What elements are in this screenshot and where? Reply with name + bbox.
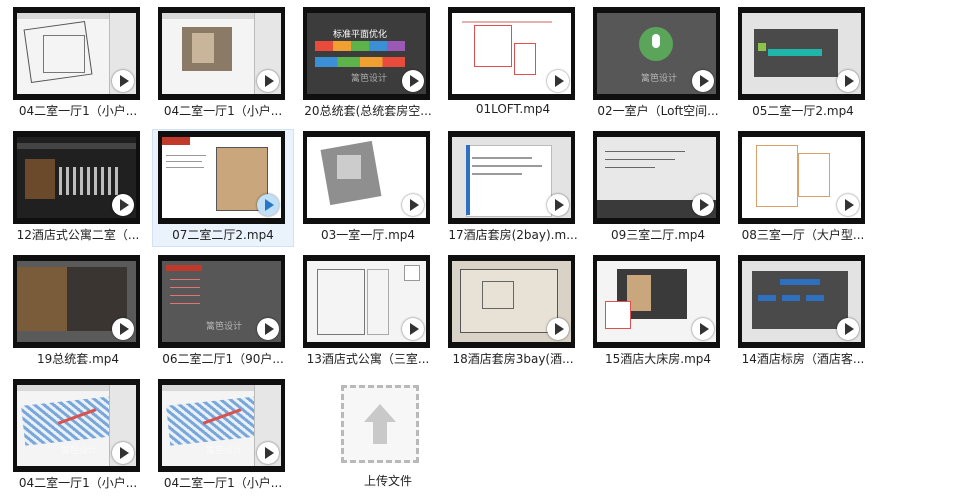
video-file-item[interactable]: 14酒店标房（酒店客... [733,254,873,370]
play-icon[interactable] [547,70,569,92]
video-file-item[interactable]: 05二室一厅2.mp4 [733,6,873,122]
file-name[interactable]: 07二室二厅2.mp4 [153,226,293,243]
file-name[interactable]: 02一室户（Loft空间... [588,102,728,119]
play-icon[interactable] [547,194,569,216]
video-thumbnail[interactable] [448,7,575,100]
video-thumbnail[interactable] [738,7,865,100]
video-thumbnail[interactable]: 篱笆设计 [158,379,285,472]
video-file-item[interactable]: 篱笆设计 04二室一厅1（小户... [153,378,293,494]
video-file-item[interactable]: 18酒店套房3bay(酒... [443,254,583,370]
play-icon[interactable] [692,70,714,92]
video-file-item[interactable]: 07二室二厅2.mp4 [152,129,294,247]
video-file-item[interactable]: 04二室一厅1（小户... [153,6,293,122]
video-thumbnail[interactable] [13,255,140,348]
watermark: 篱笆设计 [351,74,388,84]
file-name[interactable]: 15酒店大床房.mp4 [588,350,728,367]
play-icon[interactable] [547,318,569,340]
video-file-item[interactable]: 13酒店式公寓（三室... [298,254,438,370]
file-name[interactable]: 03一室一厅.mp4 [298,226,438,243]
video-thumbnail[interactable]: 篱笆设计 [158,255,285,348]
watermark: 篱笆设计 [641,74,678,84]
watermark: 篱笆设计 [61,446,98,456]
file-name[interactable]: 04二室一厅1（小户... [153,474,293,491]
file-name[interactable]: 04二室一厅1（小户... [153,102,293,119]
video-file-item[interactable]: 19总统套.mp4 [8,254,148,370]
video-thumbnail[interactable]: 篱笆设计 [593,7,720,100]
file-name[interactable]: 01LOFT.mp4 [443,102,583,116]
file-name[interactable]: 17酒店套房(2bay).m... [443,226,583,243]
upload-icon[interactable] [341,385,419,463]
play-icon[interactable] [257,70,279,92]
watermark: 篱笆设计 [206,322,243,332]
video-file-item[interactable]: 04二室一厅1（小户... [8,6,148,122]
slide-title: 标准平面优化 [333,30,388,40]
video-file-item[interactable]: 17酒店套房(2bay).m... [443,130,583,246]
play-icon[interactable] [257,442,279,464]
video-file-item[interactable]: 篱笆设计 02一室户（Loft空间... [588,6,728,122]
play-icon[interactable] [112,70,134,92]
video-file-item[interactable]: 篱笆设计 06二室二厅1（90户... [153,254,293,370]
video-thumbnail[interactable] [448,131,575,224]
file-name[interactable]: 05二室一厅2.mp4 [733,102,873,119]
video-thumbnail[interactable] [13,131,140,224]
video-thumbnail[interactable]: 篱笆设计 [13,379,140,472]
play-icon[interactable] [112,442,134,464]
play-icon[interactable] [837,194,859,216]
file-name[interactable]: 04二室一厅1（小户... [8,474,148,491]
video-thumbnail[interactable] [593,131,720,224]
play-icon[interactable] [692,194,714,216]
file-name[interactable]: 14酒店标房（酒店客... [733,350,873,367]
play-icon[interactable] [402,318,424,340]
video-file-item[interactable]: 标准平面优化篱笆设计 20总统套(总统套房空... [298,6,438,122]
video-thumbnail[interactable] [448,255,575,348]
play-icon[interactable] [257,194,279,216]
file-name[interactable]: 19总统套.mp4 [8,350,148,367]
video-thumbnail[interactable] [738,131,865,224]
watermark: 篱笆设计 [206,446,243,456]
video-thumbnail[interactable] [303,255,430,348]
upload-label[interactable]: 上传文件 [318,472,458,489]
file-name[interactable]: 09三室二厅.mp4 [588,226,728,243]
video-thumbnail[interactable] [738,255,865,348]
play-icon[interactable] [112,194,134,216]
video-file-item[interactable]: 09三室二厅.mp4 [588,130,728,246]
file-name[interactable]: 06二室二厅1（90户... [153,350,293,367]
video-thumbnail[interactable] [158,7,285,100]
file-name[interactable]: 20总统套(总统套房空... [298,102,438,119]
play-icon[interactable] [402,194,424,216]
upload-tile[interactable]: 上传文件 [318,378,458,494]
file-name[interactable]: 08三室一厅（大户型... [733,226,873,243]
video-thumbnail[interactable] [158,131,285,224]
video-file-item[interactable]: 01LOFT.mp4 [443,6,583,122]
play-icon[interactable] [837,318,859,340]
video-thumbnail[interactable] [303,131,430,224]
play-icon[interactable] [112,318,134,340]
video-file-item[interactable]: 03一室一厅.mp4 [298,130,438,246]
video-thumbnail[interactable] [593,255,720,348]
video-file-item[interactable]: 12酒店式公寓二室（... [8,130,148,246]
play-icon[interactable] [692,318,714,340]
play-icon[interactable] [402,70,424,92]
play-icon[interactable] [257,318,279,340]
file-name[interactable]: 18酒店套房3bay(酒... [443,350,583,367]
file-name[interactable]: 13酒店式公寓（三室... [298,350,438,367]
video-file-item[interactable]: 15酒店大床房.mp4 [588,254,728,370]
video-thumbnail[interactable] [13,7,140,100]
file-name[interactable]: 04二室一厅1（小户... [8,102,148,119]
file-grid: 04二室一厅1（小户... 04二室一厅1（小户... 标准平面优化篱笆设计 20总统… [8,6,968,494]
play-icon[interactable] [837,70,859,92]
file-name[interactable]: 12酒店式公寓二室（... [8,226,148,243]
video-file-item[interactable]: 08三室一厅（大户型... [733,130,873,246]
video-file-item[interactable]: 篱笆设计 04二室一厅1（小户... [8,378,148,494]
video-thumbnail[interactable]: 标准平面优化篱笆设计 [303,7,430,100]
